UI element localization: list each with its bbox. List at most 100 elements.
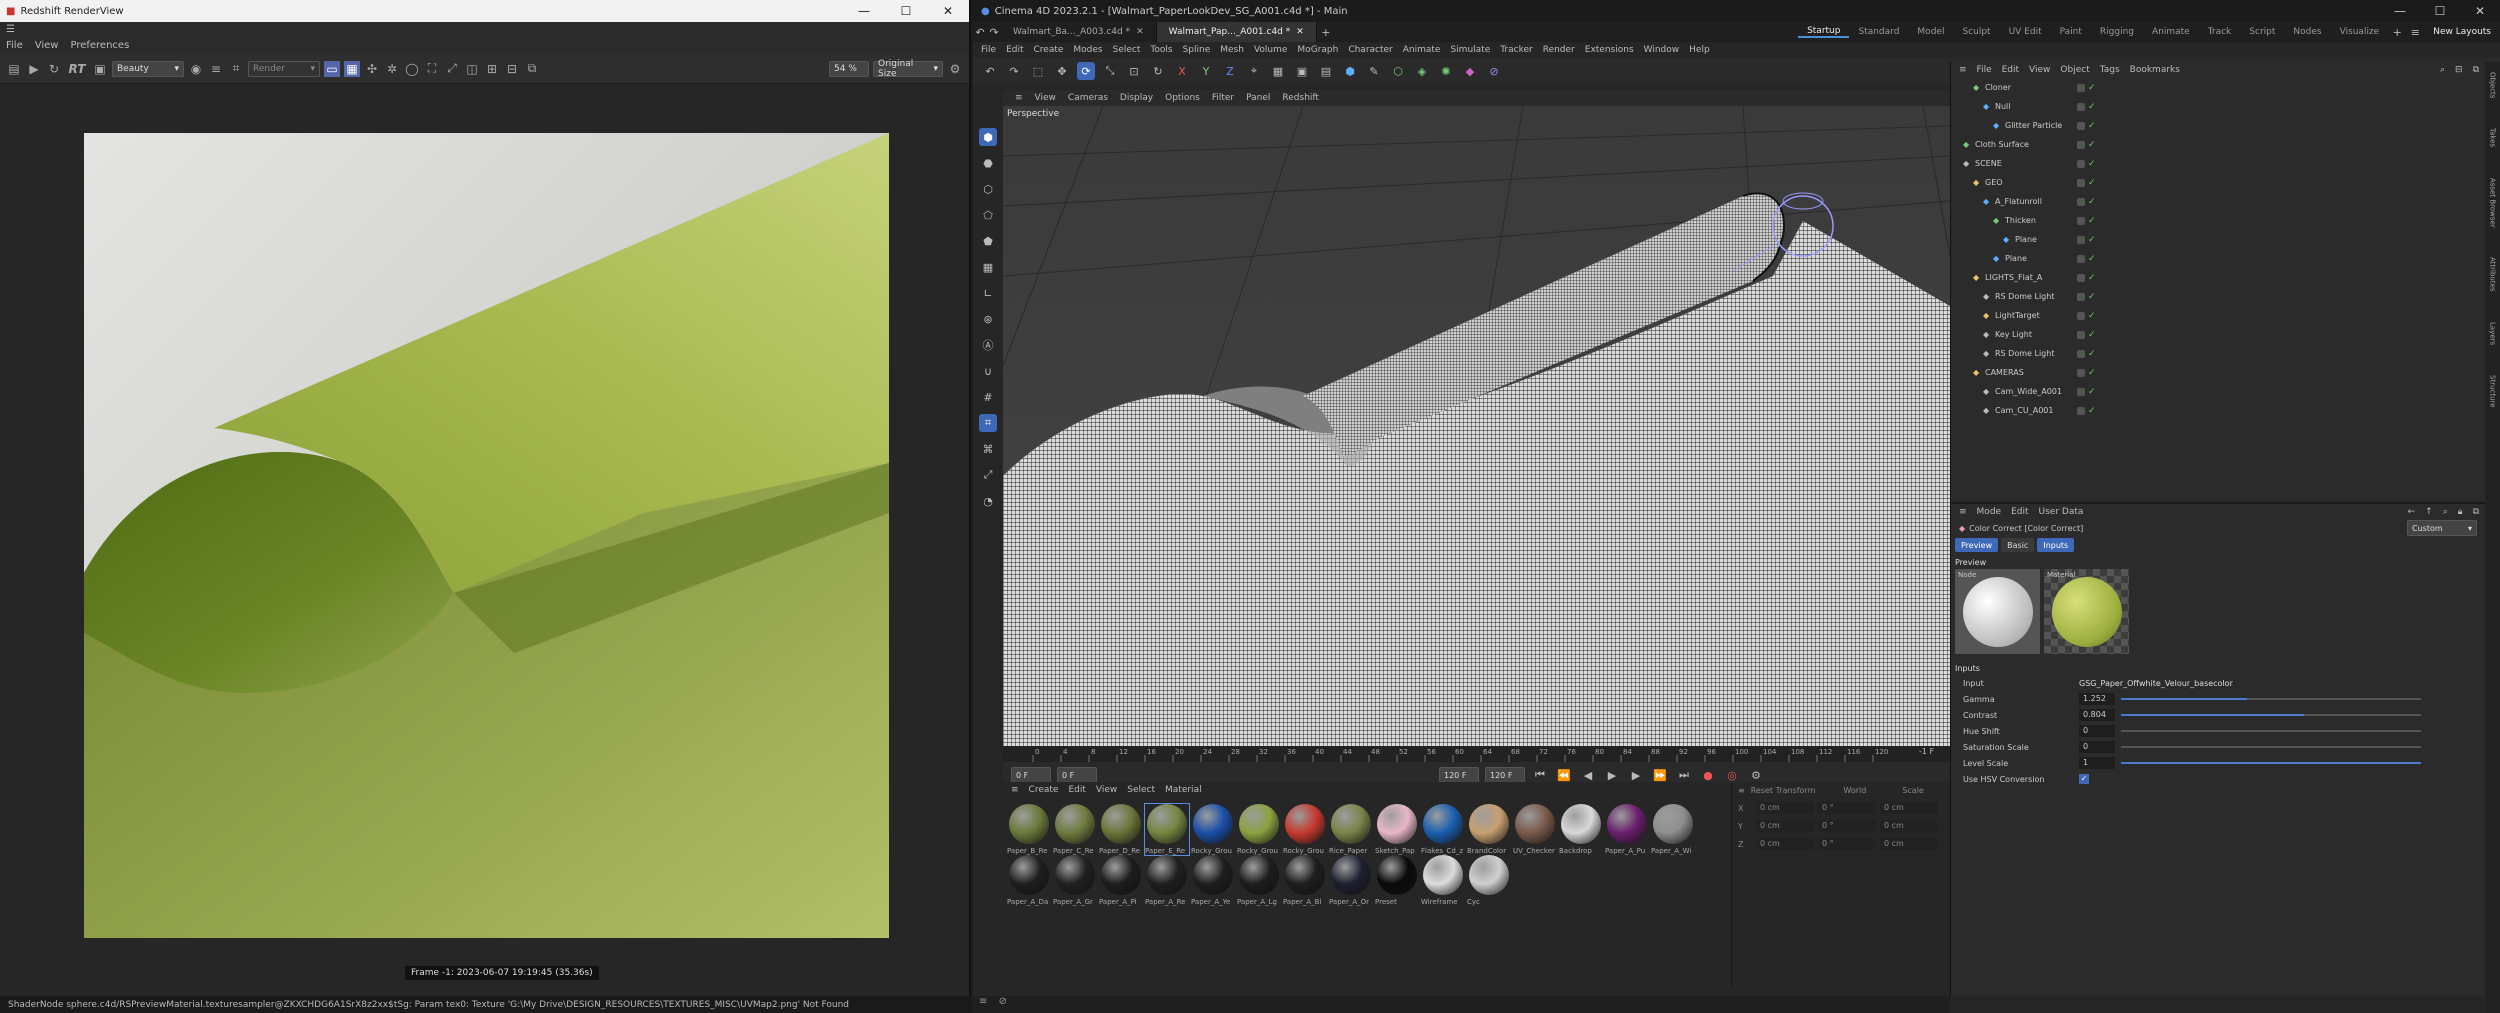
lock-z-icon[interactable]: Z xyxy=(1221,62,1239,80)
coord-rot[interactable]: 0 ° xyxy=(1818,802,1876,814)
vp-menu-view[interactable]: View xyxy=(1035,93,1056,103)
region-lock-icon[interactable]: ▦ xyxy=(344,60,360,77)
object-row[interactable]: ◆ Null ✓ xyxy=(1951,97,2485,116)
close-icon[interactable]: ✕ xyxy=(1136,27,1144,37)
menu-edit[interactable]: Edit xyxy=(1006,45,1023,55)
object-name[interactable]: SCENE xyxy=(1975,159,2002,168)
material-swatch[interactable]: Paper_A_Or xyxy=(1329,855,1373,906)
frame-current-field[interactable]: 0 F xyxy=(1057,767,1097,783)
obj-menu-object[interactable]: Object xyxy=(2060,65,2089,75)
timeline[interactable]: 0 4 8 12 16 20 24 28 32 36 40 44 48 52 56 60 64 68 72 76 80 8… xyxy=(1003,746,1950,783)
side-tab[interactable]: Layers xyxy=(2489,322,2497,345)
deformer-icon[interactable]: ◆ xyxy=(1461,62,1479,80)
object-row[interactable]: ◆ Key Light ✓ xyxy=(1951,325,2485,344)
status-python-icon[interactable]: ⊘ xyxy=(991,996,1007,1007)
material-swatch[interactable]: Paper_A_Gr xyxy=(1053,855,1097,906)
layout-uv-edit[interactable]: UV Edit xyxy=(2000,27,2051,37)
render-view-icon[interactable]: ▣ xyxy=(1293,62,1311,80)
magnet-icon[interactable]: ∪ xyxy=(979,362,997,380)
enabled-check-icon[interactable]: ✓ xyxy=(2088,235,2096,245)
layout-animate[interactable]: Animate xyxy=(2143,27,2199,37)
side-tab[interactable]: Takes xyxy=(2489,128,2497,147)
snapshot-icon[interactable]: ▣ xyxy=(92,61,108,77)
object-row[interactable]: ◆ A_Flatunroll ✓ xyxy=(1951,192,2485,211)
hsv-checkbox[interactable]: ✓ xyxy=(2079,774,2089,784)
side-tab[interactable]: Attributes xyxy=(2489,257,2497,292)
axis-icon[interactable]: ∟ xyxy=(979,284,997,302)
visibility-dot[interactable] xyxy=(2077,121,2085,130)
gear-small-icon[interactable]: ✲ xyxy=(384,61,400,77)
pen-icon[interactable]: ✎ xyxy=(1365,62,1383,80)
object-name[interactable]: Glitter Particle xyxy=(2005,121,2062,130)
enabled-check-icon[interactable]: ✓ xyxy=(2088,254,2096,264)
material-swatch[interactable]: Paper_A_Pu xyxy=(1605,804,1649,855)
3d-viewport[interactable]: Perspective xyxy=(1003,106,1950,746)
object-name[interactable]: Cloth Surface xyxy=(1975,140,2029,149)
frame-start-field[interactable]: 0 F xyxy=(1011,767,1051,783)
layouts-menu-icon[interactable]: ≡ xyxy=(2406,23,2424,41)
render-region-icon[interactable]: ▦ xyxy=(1269,62,1287,80)
obj-menu-bookmarks[interactable]: Bookmarks xyxy=(2130,65,2180,75)
mat-menu-create[interactable]: Create xyxy=(1029,785,1059,795)
visibility-dot[interactable] xyxy=(2077,311,2085,320)
menu-character[interactable]: Character xyxy=(1348,45,1392,55)
input-slider[interactable] xyxy=(2121,698,2421,700)
workplane-icon[interactable]: ⌗ xyxy=(979,414,997,432)
menu-select[interactable]: Select xyxy=(1113,45,1141,55)
solo-icon[interactable]: ◔ xyxy=(979,492,997,510)
enabled-check-icon[interactable]: ✓ xyxy=(2088,102,2096,112)
visibility-dot[interactable] xyxy=(2077,178,2085,187)
menu-mograph[interactable]: MoGraph xyxy=(1297,45,1338,55)
circle-icon[interactable]: ◯ xyxy=(404,61,420,77)
grid-icon[interactable]: # xyxy=(979,388,997,406)
layout-standard[interactable]: Standard xyxy=(1849,27,1908,37)
timeline-ruler[interactable]: 0 4 8 12 16 20 24 28 32 36 40 44 48 52 56 60 64 68 72 76 80 8… xyxy=(1003,746,1950,762)
undo-small-icon[interactable]: ↶ xyxy=(973,23,987,41)
attr-menu-userdata[interactable]: User Data xyxy=(2039,507,2084,517)
material-swatch[interactable]: Paper_A_Pi xyxy=(1099,855,1143,906)
obj-menu-icon[interactable]: ≡ xyxy=(1959,65,1967,75)
object-row[interactable]: ◆ Cam_CU_A001 ✓ xyxy=(1951,401,2485,420)
mat-menu-view[interactable]: View xyxy=(1096,785,1117,795)
coord-pos[interactable]: 0 cm xyxy=(1756,838,1814,850)
play-render-icon[interactable]: ▶ xyxy=(26,61,42,77)
object-name[interactable]: RS Dome Light xyxy=(1995,292,2054,301)
material-swatch[interactable]: Paper_A_Re xyxy=(1145,855,1189,906)
compare-icon[interactable]: ◫ xyxy=(464,61,480,77)
menu-modes[interactable]: Modes xyxy=(1073,45,1102,55)
rt-label[interactable]: RT xyxy=(66,61,88,77)
world-select[interactable]: World xyxy=(1843,786,1866,795)
material-swatch[interactable]: Backdrop xyxy=(1559,804,1603,855)
maximize-icon[interactable]: ☐ xyxy=(2420,4,2460,18)
material-swatch[interactable]: UV_Checker xyxy=(1513,804,1557,855)
render-settings-icon[interactable]: ▤ xyxy=(1317,62,1335,80)
material-swatch[interactable]: Rice_Paper xyxy=(1329,804,1373,855)
object-row[interactable]: ◆ Cloth Surface ✓ xyxy=(1951,135,2485,154)
attr-menu-edit[interactable]: Edit xyxy=(2011,507,2028,517)
input-value-field[interactable]: 0 xyxy=(2079,741,2115,753)
material-swatch[interactable]: Rocky_Grou xyxy=(1191,804,1235,855)
visibility-dot[interactable] xyxy=(2077,406,2085,415)
filter-icon[interactable]: ⊟ xyxy=(2455,65,2463,75)
object-name[interactable]: Cam_Wide_A001 xyxy=(1995,387,2062,396)
material-swatch[interactable]: Cyc xyxy=(1467,855,1511,906)
enabled-check-icon[interactable]: ✓ xyxy=(2088,273,2096,283)
vp-menu-display[interactable]: Display xyxy=(1120,93,1153,103)
close-icon[interactable]: ✕ xyxy=(2460,4,2500,18)
side-tab[interactable]: Objects xyxy=(2489,72,2497,98)
enabled-check-icon[interactable]: ✓ xyxy=(2088,406,2096,416)
coord-scale[interactable]: 0 cm xyxy=(1880,820,1938,832)
input-slider[interactable] xyxy=(2121,714,2421,716)
object-name[interactable]: Cloner xyxy=(1985,83,2011,92)
visibility-dot[interactable] xyxy=(2077,216,2085,225)
object-row[interactable]: ◆ Cloner ✓ xyxy=(1951,78,2485,97)
input-value-field[interactable]: 1.252 xyxy=(2079,693,2115,705)
frame-end-field[interactable]: 120 F xyxy=(1439,767,1479,783)
menu-window[interactable]: Window xyxy=(1644,45,1680,55)
coord-scale[interactable]: 0 cm xyxy=(1880,802,1938,814)
material-swatch[interactable]: Paper_A_Da xyxy=(1007,855,1051,906)
menu-file[interactable]: File xyxy=(6,40,23,51)
visibility-dot[interactable] xyxy=(2077,254,2085,263)
material-swatch[interactable]: Paper_E_Re xyxy=(1144,803,1190,856)
size-select[interactable]: Original Size ▾ xyxy=(873,59,943,79)
